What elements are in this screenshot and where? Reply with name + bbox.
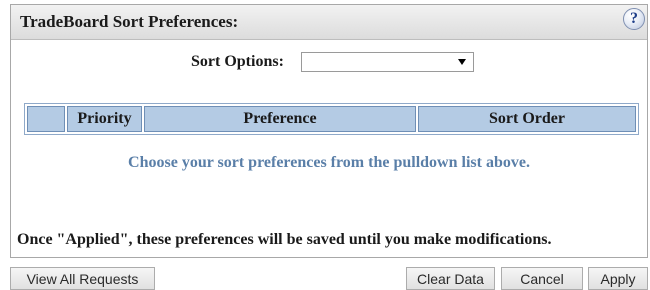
apply-button[interactable]: Apply [588,267,648,290]
sort-options-select[interactable] [301,52,474,72]
clear-data-button[interactable]: Clear Data [406,267,495,290]
column-header-preference: Preference [144,106,416,132]
cancel-button[interactable]: Cancel [501,267,583,290]
column-header-select [27,106,65,132]
panel-header: TradeBoard Sort Preferences: ? [11,5,647,40]
apply-note: Once "Applied", these preferences will b… [17,231,552,248]
panel-title: TradeBoard Sort Preferences: [20,12,239,31]
view-all-requests-button[interactable]: View All Requests [10,267,155,290]
preferences-table: Priority Preference Sort Order [24,103,639,135]
dropdown-arrow-icon [458,59,466,65]
sort-preferences-panel: TradeBoard Sort Preferences: ? Sort Opti… [10,4,648,258]
sort-options-row: Sort Options: [11,50,647,74]
sort-options-label: Sort Options: [191,53,284,70]
table-header-row: Priority Preference Sort Order [27,106,636,132]
help-icon[interactable]: ? [623,8,645,30]
column-header-sort-order: Sort Order [418,106,636,132]
empty-state-message: Choose your sort preferences from the pu… [128,154,530,171]
column-header-priority: Priority [67,106,142,132]
